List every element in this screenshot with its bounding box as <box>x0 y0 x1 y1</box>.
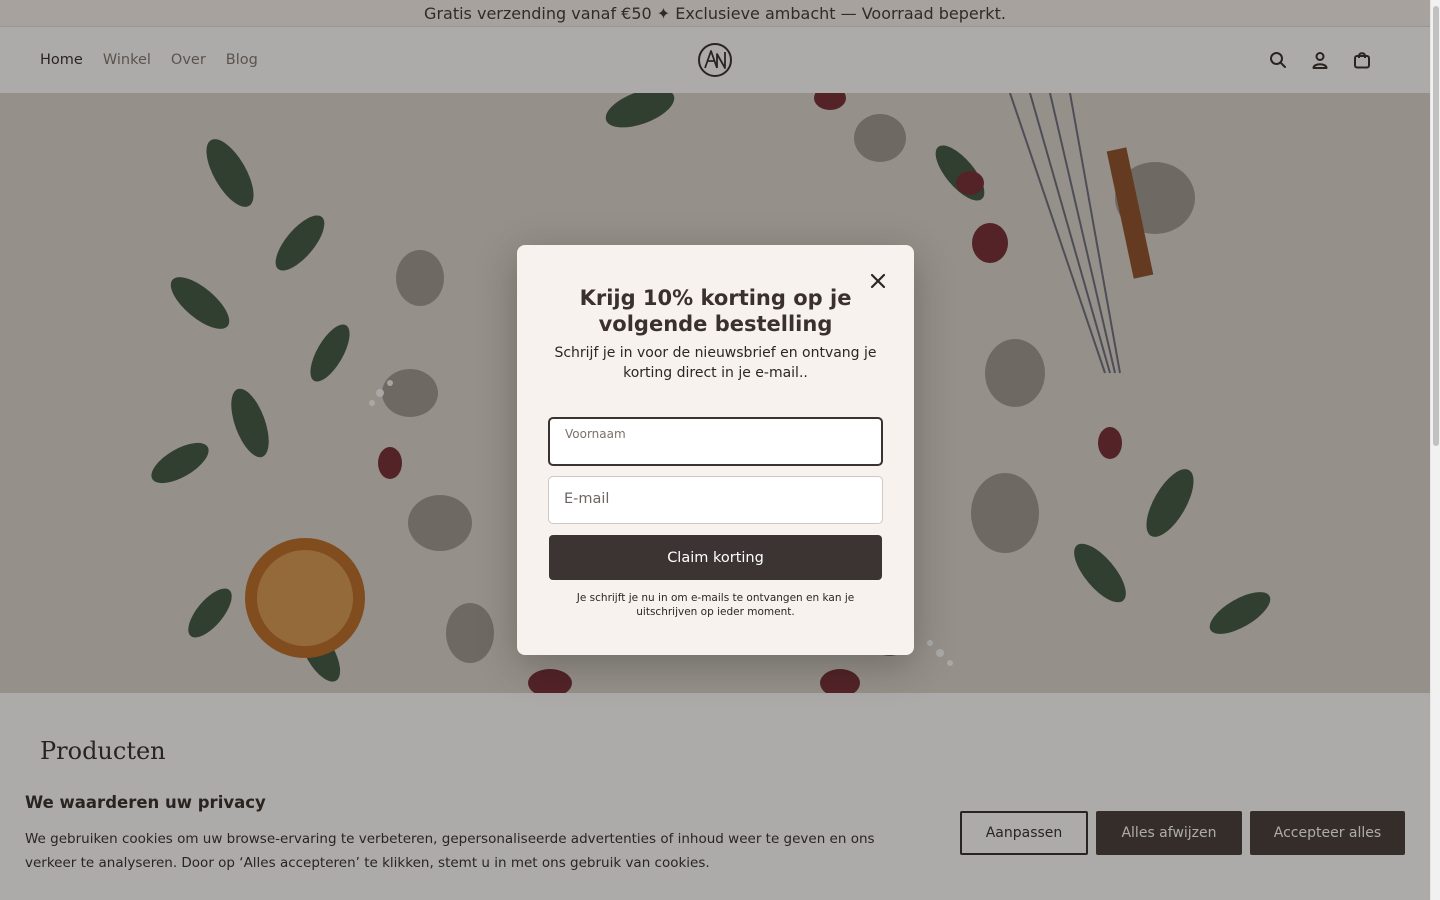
first-name-label: Voornaam <box>565 427 626 441</box>
email-field[interactable]: E-mail <box>548 476 883 524</box>
modal-legal-text: Je schrijft je nu in om e-mails te ontva… <box>576 592 855 618</box>
newsletter-modal: Krijg 10% korting op je volgende bestell… <box>517 245 914 655</box>
page-scrollbar[interactable] <box>1430 0 1440 900</box>
modal-description: Schrijf je in voor de nieuwsbrief en ont… <box>554 345 877 381</box>
scrollbar-thumb[interactable] <box>1433 6 1439 446</box>
claim-discount-button[interactable]: Claim korting <box>549 535 882 580</box>
email-placeholder: E-mail <box>564 491 610 507</box>
modal-title: Krijg 10% korting op je volgende bestell… <box>579 286 852 336</box>
first-name-field[interactable]: Voornaam <box>548 417 883 466</box>
